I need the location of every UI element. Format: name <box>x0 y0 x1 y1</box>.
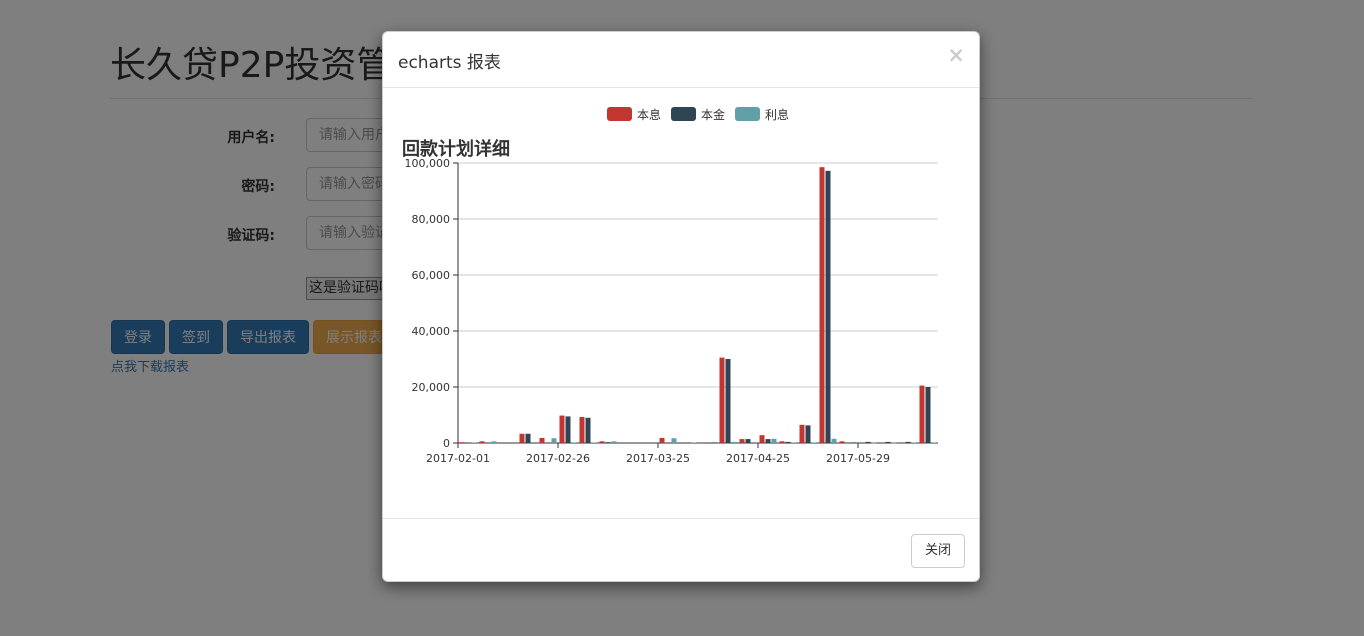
chart-bar <box>865 441 871 443</box>
legend-swatch <box>671 107 696 121</box>
chart-bar <box>905 441 911 443</box>
chart-bar <box>891 442 897 444</box>
chart-bar <box>519 433 525 443</box>
chart-bar <box>591 442 597 443</box>
chart-bar <box>805 425 811 443</box>
chart-bar <box>711 441 717 443</box>
chart-bar <box>731 441 737 443</box>
chart-bar <box>919 385 925 443</box>
chart-bar <box>545 442 551 443</box>
modal-header: echarts 报表 × <box>383 32 979 88</box>
chart-bar <box>725 359 731 443</box>
chart-bar <box>871 442 877 444</box>
chart-bar <box>691 442 697 443</box>
x-tick-label: 2017-02-01 <box>426 452 490 465</box>
chart-y-axis: 0 20,000 40,000 60,000 80,000 100,000 <box>405 157 459 450</box>
chart-bar <box>771 438 777 443</box>
chart-bar <box>779 441 785 443</box>
chart-bar <box>659 437 665 443</box>
chart-bar <box>885 441 891 443</box>
chart-bar <box>911 442 917 443</box>
x-tick-label: 2017-05-29 <box>826 452 890 465</box>
chart-bar <box>671 438 677 443</box>
chart-bar <box>605 442 611 443</box>
y-tick-label: 100,000 <box>405 157 451 170</box>
report-modal: echarts 报表 × 回款计划详细 本息 本金 利息 0 20,000 40,000… <box>382 31 980 582</box>
chart-bar <box>479 441 485 443</box>
chart-bar <box>525 433 531 443</box>
chart-bar <box>491 441 497 443</box>
chart-bar <box>579 416 585 443</box>
close-icon[interactable]: × <box>947 43 965 67</box>
x-tick-label: 2017-02-26 <box>526 452 590 465</box>
legend-swatch <box>735 107 760 121</box>
chart-bar <box>539 437 545 443</box>
legend-label: 本息 <box>637 107 661 122</box>
chart-bar <box>759 435 765 443</box>
chart-x-axis: 2017-02-01 2017-02-26 2017-03-25 2017-04-25… <box>426 443 890 465</box>
x-tick-label: 2017-04-25 <box>726 452 790 465</box>
chart-bar <box>831 438 837 443</box>
y-tick-label: 20,000 <box>412 381 451 394</box>
modal-close-button[interactable]: 关闭 <box>911 534 965 568</box>
chart-bar <box>585 417 591 443</box>
chart-bar <box>931 442 937 443</box>
legend-label: 利息 <box>765 107 789 122</box>
chart-bar <box>565 416 571 443</box>
chart-bar <box>811 442 817 443</box>
chart-bar <box>551 438 557 443</box>
chart-bars <box>459 167 937 444</box>
chart-bar <box>459 442 465 443</box>
chart-bar <box>799 424 805 443</box>
chart-bar <box>465 442 471 443</box>
chart-legend: 本息 本金 利息 <box>607 107 789 122</box>
chart-bar <box>599 441 605 443</box>
legend-swatch <box>607 107 632 121</box>
y-tick-label: 0 <box>443 437 450 450</box>
y-tick-label: 60,000 <box>412 269 451 282</box>
chart-grid <box>458 162 938 444</box>
chart-bar <box>719 357 725 443</box>
chart-bar <box>765 439 771 443</box>
x-tick-label: 2017-03-25 <box>626 452 690 465</box>
chart-bar <box>559 415 565 443</box>
chart-bar <box>839 441 845 443</box>
chart-bar <box>665 442 671 443</box>
chart-svg: 回款计划详细 本息 本金 利息 020,00040,00060,00080,0001… <box>402 107 938 465</box>
chart-bar <box>845 442 851 443</box>
chart-bar <box>791 442 797 443</box>
chart-bar <box>685 442 691 443</box>
chart-bar <box>739 439 745 443</box>
modal-title: echarts 报表 <box>398 53 501 73</box>
chart-bar <box>785 441 791 443</box>
y-tick-label: 40,000 <box>412 325 451 338</box>
legend-label: 本金 <box>701 107 725 122</box>
chart-bar <box>925 387 931 443</box>
chart-bar <box>485 442 491 443</box>
chart-bar <box>705 442 711 443</box>
chart-bar <box>851 441 857 443</box>
y-tick-label: 80,000 <box>412 213 451 226</box>
chart-bar <box>611 441 617 443</box>
chart-bar <box>745 439 751 443</box>
chart-bar <box>571 442 577 443</box>
chart-bar <box>471 442 477 443</box>
chart-bar <box>825 170 831 443</box>
chart-bar <box>819 167 825 443</box>
modal-footer: 关闭 <box>383 518 979 582</box>
